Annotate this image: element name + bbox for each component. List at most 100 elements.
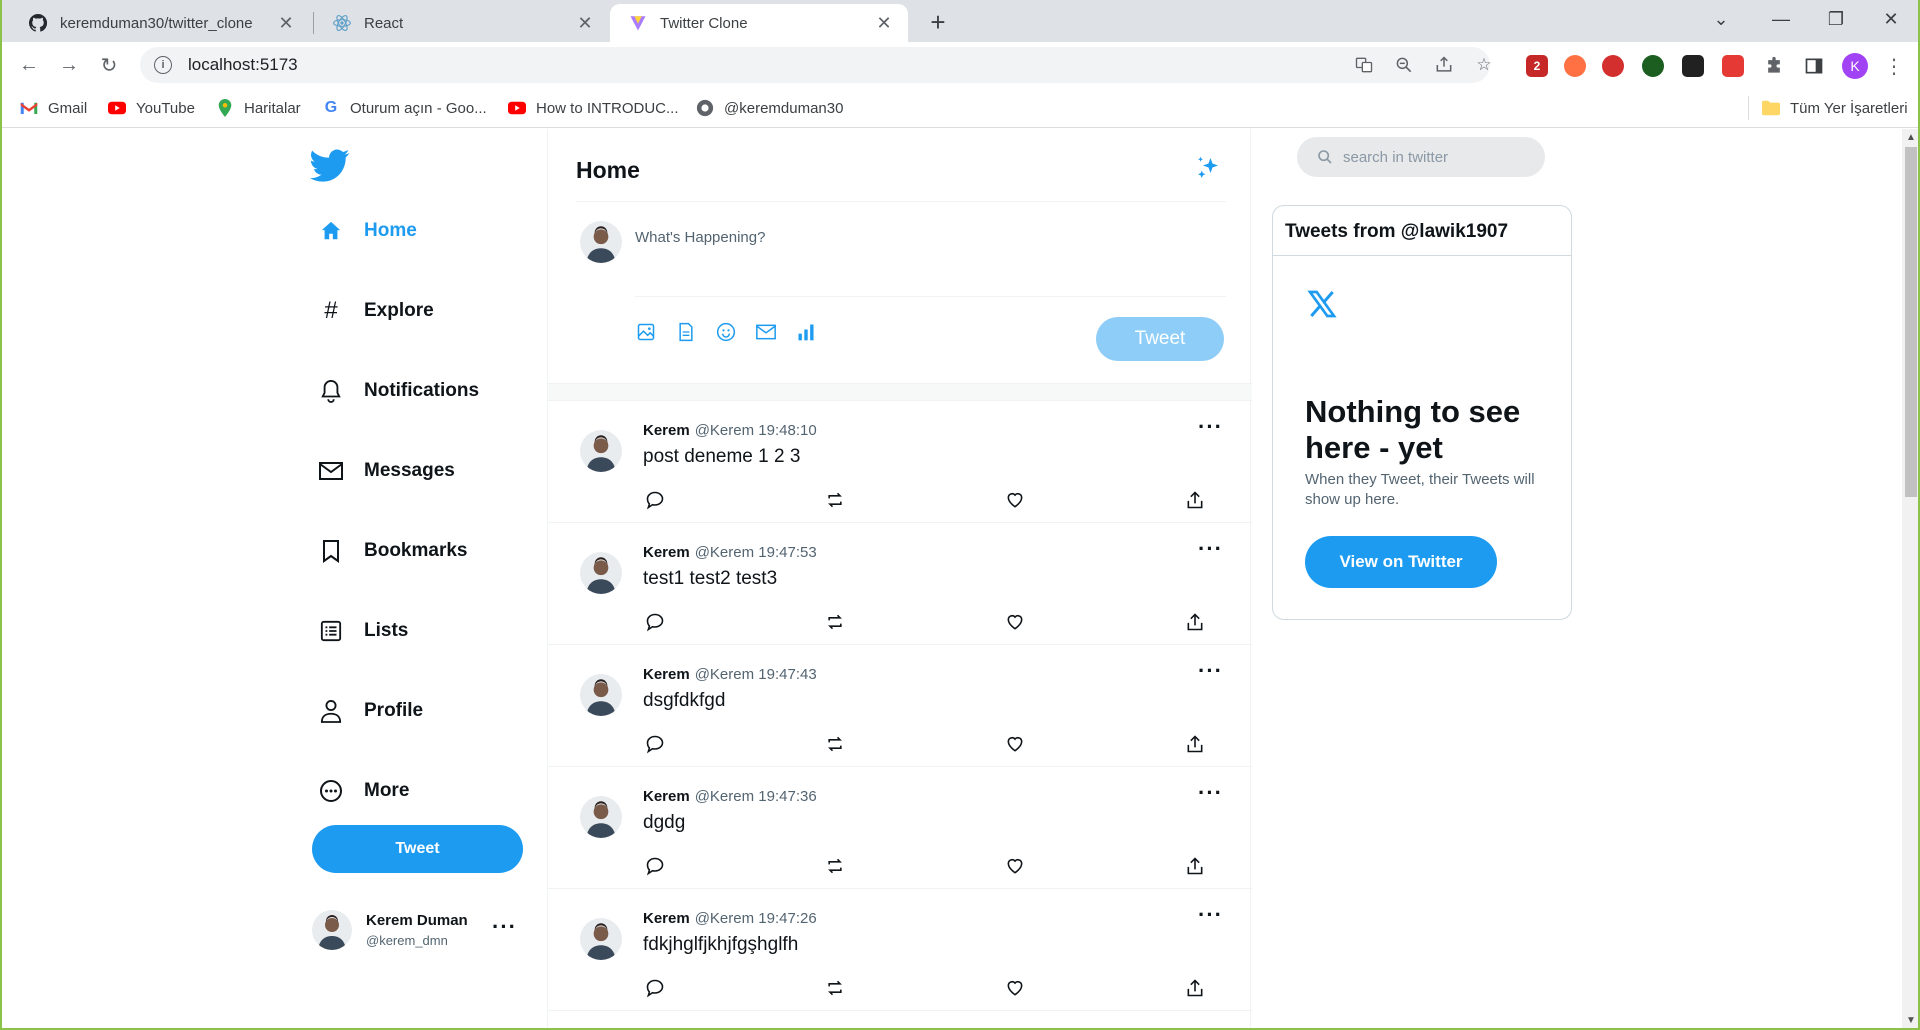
all-bookmarks-folder[interactable]: Tüm Yer İşaretleri — [1762, 97, 1908, 119]
post-avatar[interactable] — [580, 430, 622, 472]
sidebar-tweet-button[interactable]: Tweet — [312, 825, 523, 873]
reply-icon[interactable] — [643, 610, 667, 634]
tab-github[interactable]: keremduman30/twitter_clone ✕ — [10, 4, 310, 42]
nav-more[interactable]: More — [318, 771, 409, 811]
post-menu-icon[interactable]: ··· — [1198, 414, 1223, 440]
post-item[interactable]: Kerem @Kerem 19:47:53 ··· test1 test2 test3 — [548, 524, 1252, 645]
scrollbar-thumb[interactable] — [1905, 147, 1917, 497]
post-menu-icon[interactable]: ··· — [1198, 536, 1223, 562]
share-icon[interactable] — [1183, 488, 1207, 512]
address-bar[interactable]: i localhost:5173 — [140, 47, 1490, 83]
post-avatar[interactable] — [580, 674, 622, 716]
share-icon[interactable] — [1183, 610, 1207, 634]
side-panel-icon[interactable] — [1802, 54, 1826, 78]
reply-icon[interactable] — [643, 976, 667, 1000]
view-on-twitter-button[interactable]: View on Twitter — [1305, 536, 1497, 588]
restore-button[interactable]: ❐ — [1807, 0, 1865, 38]
bookmark-youtube[interactable]: YouTube — [108, 97, 195, 119]
nav-bookmarks[interactable]: Bookmarks — [318, 531, 468, 571]
zoom-icon[interactable] — [1392, 53, 1416, 77]
post-item[interactable]: Kerem @Kerem 19:47:36 ··· dgdg — [548, 768, 1252, 889]
bookmark-star-icon[interactable]: ☆ — [1472, 53, 1496, 77]
close-tab-icon[interactable]: ✕ — [575, 13, 595, 33]
minimize-button[interactable]: — — [1752, 0, 1810, 38]
tab-search-icon[interactable]: ⌄ — [1692, 0, 1750, 38]
close-tab-icon[interactable]: ✕ — [874, 13, 894, 33]
composer-input[interactable]: What's Happening? — [635, 229, 765, 246]
bookmark-maps[interactable]: Haritalar — [216, 97, 301, 119]
extension-icon[interactable] — [1564, 55, 1586, 77]
like-icon[interactable] — [1003, 732, 1027, 756]
reload-button[interactable]: ↻ — [94, 50, 124, 80]
twitter-logo-icon[interactable] — [310, 149, 350, 183]
post-item[interactable]: Kerem @Kerem 19:47:43 ··· dsgfdkfgd — [548, 646, 1252, 767]
profile-avatar[interactable]: K — [1842, 53, 1868, 79]
close-tab-icon[interactable]: ✕ — [276, 13, 296, 33]
retweet-icon[interactable] — [823, 610, 847, 634]
image-icon[interactable] — [634, 320, 658, 344]
nav-messages[interactable]: Messages — [318, 451, 455, 491]
share-icon[interactable] — [1183, 854, 1207, 878]
retweet-icon[interactable] — [823, 732, 847, 756]
sparkle-icon[interactable] — [1193, 153, 1223, 183]
retweet-icon[interactable] — [823, 854, 847, 878]
post-avatar[interactable] — [580, 918, 622, 960]
post-author[interactable]: Kerem — [643, 666, 690, 683]
post-avatar[interactable] — [580, 552, 622, 594]
nav-notifications[interactable]: Notifications — [318, 371, 479, 411]
post-item[interactable]: Kerem @Kerem 19:48:10 ··· post deneme 1 2 3 — [548, 402, 1252, 523]
bookmark-google[interactable]: G Oturum açın - Goo... — [322, 97, 487, 119]
post-author[interactable]: Kerem — [643, 910, 690, 927]
extension-search-icon[interactable] — [1642, 55, 1664, 77]
reply-icon[interactable] — [643, 854, 667, 878]
like-icon[interactable] — [1003, 610, 1027, 634]
close-window-button[interactable]: ✕ — [1862, 0, 1918, 38]
account-switcher[interactable]: Kerem Duman @kerem_dmn ··· — [312, 904, 532, 956]
new-tab-button[interactable]: + — [924, 7, 952, 37]
post-author[interactable]: Kerem — [643, 788, 690, 805]
scroll-up-icon[interactable]: ▲ — [1906, 133, 1916, 143]
extension-icon[interactable] — [1722, 55, 1744, 77]
extension-icon[interactable] — [1602, 55, 1624, 77]
nav-explore[interactable]: # Explore — [318, 291, 433, 331]
extension-pen-icon[interactable] — [1682, 55, 1704, 77]
retweet-icon[interactable] — [823, 976, 847, 1000]
poll-icon[interactable] — [794, 320, 818, 344]
bookmark-keremduman[interactable]: @keremduman30 — [696, 97, 843, 119]
retweet-icon[interactable] — [823, 488, 847, 512]
nav-profile[interactable]: Profile — [318, 691, 423, 731]
bookmark-gmail[interactable]: Gmail — [20, 97, 87, 119]
share-icon[interactable] — [1183, 976, 1207, 1000]
back-button[interactable]: ← — [14, 50, 44, 80]
page-scrollbar[interactable]: ▲ ▼ — [1902, 129, 1918, 1028]
post-menu-icon[interactable]: ··· — [1198, 902, 1223, 928]
mail-icon[interactable] — [754, 320, 778, 344]
scroll-down-icon[interactable]: ▼ — [1906, 1016, 1916, 1026]
emoji-icon[interactable] — [714, 320, 738, 344]
nav-home[interactable]: Home — [318, 211, 417, 251]
site-info-icon[interactable]: i — [154, 56, 172, 74]
forward-button[interactable]: → — [54, 50, 84, 80]
post-menu-icon[interactable]: ··· — [1198, 780, 1223, 806]
translate-icon[interactable] — [1352, 53, 1376, 77]
bookmark-youtube-video[interactable]: How to INTRODUC... — [508, 97, 679, 119]
post-avatar[interactable] — [580, 796, 622, 838]
post-author[interactable]: Kerem — [643, 422, 690, 439]
like-icon[interactable] — [1003, 488, 1027, 512]
extension-shield-icon[interactable]: 2 — [1526, 55, 1548, 77]
reply-icon[interactable] — [643, 488, 667, 512]
document-icon[interactable] — [674, 320, 698, 344]
account-menu-icon[interactable]: ··· — [492, 914, 517, 940]
post-item[interactable]: Kerem @Kerem 19:47:26 ··· fdkjhglfjkhjfgşhg… — [548, 890, 1252, 1011]
post-author[interactable]: Kerem — [643, 544, 690, 561]
search-input[interactable]: search in twitter — [1297, 137, 1545, 177]
puzzle-icon[interactable] — [1762, 54, 1786, 78]
reply-icon[interactable] — [643, 732, 667, 756]
like-icon[interactable] — [1003, 854, 1027, 878]
composer-tweet-button[interactable]: Tweet — [1096, 317, 1224, 361]
tab-react[interactable]: React ✕ — [314, 4, 609, 42]
post-menu-icon[interactable]: ··· — [1198, 658, 1223, 684]
share-icon[interactable] — [1183, 732, 1207, 756]
tab-twitter-clone[interactable]: Twitter Clone ✕ — [610, 4, 908, 42]
nav-lists[interactable]: Lists — [318, 611, 408, 651]
